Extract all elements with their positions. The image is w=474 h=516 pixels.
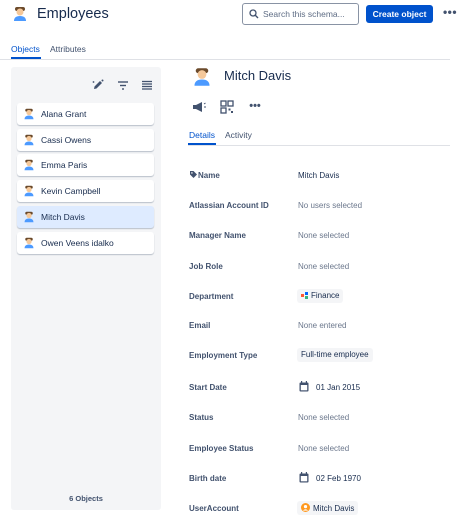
person-avatar-icon — [24, 134, 34, 146]
attr-value-employee-status[interactable]: None selected — [298, 444, 349, 453]
attr-label-employee-status: Employee Status — [189, 444, 254, 453]
department-icon — [301, 292, 308, 299]
attr-value-birth-date[interactable]: 02 Feb 1970 — [316, 474, 361, 483]
attr-label-account-id: Atlassian Account ID — [189, 201, 269, 210]
attr-value-name: Mitch Davis — [298, 171, 340, 180]
attr-label-status: Status — [189, 413, 214, 422]
page-header: Employees Create object ••• — [0, 0, 474, 34]
object-count: 6 Objects — [69, 494, 103, 503]
attr-label-manager: Manager Name — [189, 231, 246, 240]
list-item[interactable]: Emma Paris — [17, 154, 154, 176]
user-avatar-icon — [301, 503, 310, 512]
tab-attributes[interactable]: Attributes — [50, 44, 86, 54]
attr-value-status[interactable]: None selected — [298, 413, 349, 422]
page-title: Employees — [37, 6, 109, 22]
attr-label-start-date: Start Date — [189, 383, 227, 392]
attr-value-job-role[interactable]: None selected — [298, 262, 349, 271]
person-avatar-icon — [24, 108, 34, 120]
more-options-icon[interactable]: ••• — [440, 6, 460, 22]
attr-value-start-date[interactable]: 01 Jan 2015 — [316, 383, 360, 392]
list-item-label: Cassi Owens — [41, 135, 92, 145]
tabs-divider — [0, 59, 450, 60]
person-avatar-icon — [24, 159, 34, 171]
list-item-label: Owen Veens idalko — [41, 238, 114, 248]
schema-tabs: Objects Attributes — [0, 40, 474, 60]
attr-label-job-role: Job Role — [189, 262, 223, 271]
tag-icon — [190, 171, 197, 178]
employment-type-chip[interactable]: Full-time employee — [297, 348, 373, 362]
user-account-label: Mitch Davis — [313, 504, 355, 513]
list-item-label: Alana Grant — [41, 109, 87, 119]
person-avatar-icon — [24, 237, 34, 249]
person-avatar-icon — [14, 7, 26, 21]
attr-label-employment-type: Employment Type — [189, 351, 258, 360]
search-icon — [249, 9, 259, 19]
attr-label-user-account: UserAccount — [189, 504, 239, 513]
calendar-icon — [299, 472, 309, 483]
list-item[interactable]: Cassi Owens — [17, 129, 154, 151]
attr-label-email: Email — [189, 321, 211, 330]
department-label: Finance — [311, 291, 340, 300]
qr-code-icon[interactable] — [219, 99, 235, 115]
list-item[interactable]: Alana Grant — [17, 103, 154, 125]
user-account-chip[interactable]: Mitch Davis — [297, 501, 359, 515]
list-item[interactable]: Kevin Campbell — [17, 180, 154, 202]
tab-details[interactable]: Details — [189, 130, 215, 140]
attr-label-birth-date: Birth date — [189, 474, 227, 483]
megaphone-icon[interactable] — [191, 99, 207, 115]
calendar-icon — [299, 381, 309, 392]
search-input[interactable] — [263, 7, 355, 21]
person-avatar-icon — [24, 211, 34, 223]
attr-value-email[interactable]: None entered — [298, 321, 346, 330]
list-item-label: Mitch Davis — [41, 212, 85, 222]
person-avatar-icon — [24, 185, 34, 197]
department-chip[interactable]: Finance — [297, 289, 344, 303]
list-item[interactable]: Owen Veens idalko — [17, 232, 154, 254]
attr-label-department: Department — [189, 292, 234, 301]
tab-activity[interactable]: Activity — [225, 130, 252, 140]
more-horizontal-icon[interactable]: ••• — [247, 100, 263, 116]
list-item-label: Kevin Campbell — [41, 186, 101, 196]
person-avatar-icon — [194, 68, 210, 86]
list-view-icon[interactable] — [140, 78, 154, 92]
tabs-divider — [188, 145, 450, 146]
attr-label-name: Name — [198, 171, 220, 180]
schema-search[interactable] — [242, 3, 359, 25]
create-object-button[interactable]: Create object — [366, 5, 433, 23]
attr-value-manager[interactable]: None selected — [298, 231, 349, 240]
list-item-selected[interactable]: Mitch Davis — [17, 206, 154, 228]
edit-icon[interactable] — [91, 78, 105, 92]
object-title: Mitch Davis — [224, 68, 292, 83]
object-list-panel: Alana Grant Cassi Owens Emma Paris Kevin… — [11, 67, 161, 510]
filter-icon[interactable] — [116, 78, 130, 92]
tab-objects[interactable]: Objects — [11, 44, 40, 54]
list-item-label: Emma Paris — [41, 160, 88, 170]
attr-value-account-id[interactable]: No users selected — [298, 201, 362, 210]
